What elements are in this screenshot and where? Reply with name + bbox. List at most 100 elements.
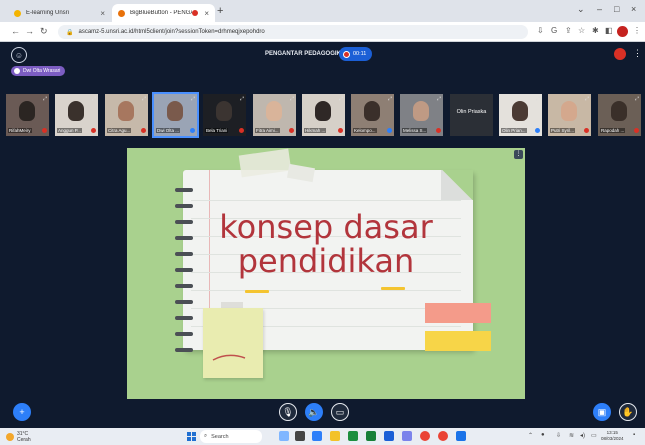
spiral-ring bbox=[175, 284, 193, 288]
tray-usb-icon[interactable]: ⇩ bbox=[556, 432, 561, 439]
browser-tab-bigbluebutton[interactable]: BigBlueButton - PENGANTAR × bbox=[112, 4, 215, 22]
decorative-dash bbox=[381, 287, 405, 290]
expand-tile-icon[interactable]: ⤢ bbox=[191, 96, 195, 102]
audio-button[interactable]: 🔈 bbox=[305, 403, 323, 421]
mic-muted-icon bbox=[91, 128, 96, 133]
user-list-icon[interactable]: ☺ bbox=[11, 47, 27, 63]
actions-plus-button[interactable]: + bbox=[13, 403, 31, 421]
participant-tile[interactable]: ⤢ Rapodah ... bbox=[598, 94, 641, 136]
expand-tile-icon[interactable]: ⤢ bbox=[92, 96, 96, 102]
share-icon[interactable]: ⇪ bbox=[565, 26, 572, 35]
presenter-badge: Dwi Olta Wrasari bbox=[11, 66, 66, 76]
taskbar-app-icon[interactable] bbox=[348, 431, 358, 441]
screen-share-button[interactable]: ▣ bbox=[593, 403, 611, 421]
clock-date: 08/03/2024 bbox=[601, 436, 624, 441]
browser-tab-elearning[interactable]: E-learning Unsri × bbox=[8, 4, 111, 22]
connection-status-icon[interactable] bbox=[614, 48, 626, 60]
lock-icon: 🔒 bbox=[66, 29, 74, 36]
close-tab-icon[interactable]: × bbox=[100, 9, 105, 18]
spiral-ring bbox=[175, 332, 193, 336]
taskbar-app-icon[interactable] bbox=[384, 431, 394, 441]
participant-tile[interactable]: ⤢ Fitra Aimi... bbox=[253, 94, 296, 136]
participant-video bbox=[167, 101, 183, 121]
wifi-icon[interactable]: ≋ bbox=[569, 432, 574, 439]
browser-menu-icon[interactable]: ⋮ bbox=[633, 26, 641, 35]
expand-tile-icon[interactable]: ⤢ bbox=[240, 96, 244, 102]
battery-icon[interactable]: ▭ bbox=[591, 432, 597, 439]
mic-muted-icon bbox=[42, 128, 47, 133]
extensions-icon[interactable]: ✱ bbox=[592, 26, 599, 35]
taskbar-app-icon[interactable] bbox=[330, 431, 340, 441]
tab-title: BigBlueButton - PENGANTAR bbox=[130, 10, 192, 16]
forward-icon[interactable]: → bbox=[25, 26, 34, 36]
minimize-icon[interactable]: – bbox=[597, 4, 602, 14]
volume-icon[interactable]: ◂) bbox=[580, 432, 585, 439]
participant-tile[interactable]: ⤢ Hikmah ... bbox=[302, 94, 345, 136]
presenter-avatar bbox=[14, 68, 20, 74]
url-field[interactable]: 🔒 ascamz-5.unsri.ac.id/html5client/join?… bbox=[58, 25, 528, 39]
taskbar-app-icon[interactable] bbox=[420, 431, 430, 441]
expand-tile-icon[interactable]: ⤢ bbox=[339, 96, 343, 102]
expand-tile-icon[interactable]: ⤢ bbox=[290, 96, 294, 102]
close-window-icon[interactable]: × bbox=[631, 4, 636, 14]
sidepanel-icon[interactable]: ◧ bbox=[605, 26, 613, 35]
participant-video bbox=[68, 101, 84, 121]
expand-tile-icon[interactable]: ⤢ bbox=[142, 96, 146, 102]
participant-name: Fitra Aimi... bbox=[255, 128, 280, 133]
reload-icon[interactable]: ↻ bbox=[40, 26, 48, 37]
notification-icon[interactable]: ▪ bbox=[633, 432, 635, 438]
participant-tile[interactable]: ⤢ Anggun P... bbox=[55, 94, 98, 136]
participant-tile[interactable]: ⤢ Kelompo... bbox=[351, 94, 394, 136]
participant-tile[interactable]: Olin Priaska bbox=[450, 94, 493, 136]
taskbar-app-icon[interactable] bbox=[312, 431, 322, 441]
expand-tile-icon[interactable]: ⤢ bbox=[536, 96, 540, 102]
record-icon bbox=[343, 50, 350, 58]
participant-tile[interactable]: ⤢ Citra Agu... bbox=[105, 94, 148, 136]
translate-icon[interactable]: G bbox=[551, 26, 557, 35]
participant-tile[interactable]: ⤢ Melissa S... bbox=[400, 94, 443, 136]
participant-tile[interactable]: ⤢ Dwi Olta ... bbox=[152, 92, 199, 138]
windows-start-icon[interactable] bbox=[187, 432, 196, 441]
presentation-slide: konsep dasar pendidikan bbox=[127, 148, 525, 399]
maximize-icon[interactable]: □ bbox=[614, 4, 619, 14]
participant-tile[interactable]: ⤢ Olin Prian... bbox=[499, 94, 542, 136]
taskbar-search[interactable]: ⌕ Search bbox=[200, 430, 262, 443]
taskbar-app-icon[interactable] bbox=[456, 431, 466, 441]
mic-muted-icon bbox=[141, 128, 146, 133]
back-icon[interactable]: ← bbox=[11, 26, 20, 36]
mute-mic-button[interactable]: 🎙 bbox=[279, 403, 297, 421]
mic-muted-icon bbox=[584, 128, 589, 133]
webcam-button[interactable]: ▭ bbox=[331, 403, 349, 421]
participant-tile[interactable]: ⤢ Putri Syril... bbox=[548, 94, 591, 136]
taskbar-app-icon[interactable] bbox=[402, 431, 412, 441]
weather-widget[interactable]: 31°C Cerah bbox=[6, 431, 31, 443]
expand-tile-icon[interactable]: ⤢ bbox=[388, 96, 392, 102]
options-menu-icon[interactable]: ⋮ bbox=[633, 48, 642, 59]
profile-avatar[interactable] bbox=[617, 26, 628, 37]
presentation-options-icon[interactable]: ⋮ bbox=[514, 150, 523, 159]
taskbar-app-icon[interactable] bbox=[295, 431, 305, 441]
bookmark-star-icon[interactable]: ☆ bbox=[578, 26, 585, 35]
tray-chevron-icon[interactable]: ⌃ bbox=[528, 432, 533, 439]
taskbar-app-icon[interactable] bbox=[279, 431, 289, 441]
taskbar-app-icon[interactable] bbox=[438, 431, 448, 441]
expand-tile-icon[interactable]: ⤢ bbox=[437, 96, 441, 102]
expand-tile-icon[interactable]: ⤢ bbox=[43, 96, 47, 102]
participant-name: Dwi Olta ... bbox=[156, 128, 181, 133]
tray-app-icon[interactable]: ● bbox=[541, 432, 545, 438]
tab-favicon-icon bbox=[118, 9, 125, 17]
participant-name: RifahMeiry bbox=[8, 128, 32, 133]
participant-name: Bela Triani bbox=[205, 128, 229, 133]
taskbar-clock[interactable]: 13:15 08/03/2024 bbox=[601, 430, 624, 442]
taskbar-app-icon[interactable] bbox=[366, 431, 376, 441]
expand-tile-icon[interactable]: ⤢ bbox=[585, 96, 589, 102]
participant-tile[interactable]: ⤢ RifahMeiry bbox=[6, 94, 49, 136]
recording-button[interactable]: 00:11 bbox=[339, 47, 372, 61]
raise-hand-button[interactable]: ✋ bbox=[619, 403, 637, 421]
participant-tile[interactable]: ⤢ Bela Triani bbox=[203, 94, 246, 136]
download-icon[interactable]: ⇩ bbox=[537, 26, 544, 35]
tab-search-chevron-icon[interactable]: ⌄ bbox=[577, 4, 585, 15]
expand-tile-icon[interactable]: ⤢ bbox=[635, 96, 639, 102]
new-tab-button[interactable]: + bbox=[217, 5, 223, 17]
close-tab-icon[interactable]: × bbox=[204, 9, 209, 18]
